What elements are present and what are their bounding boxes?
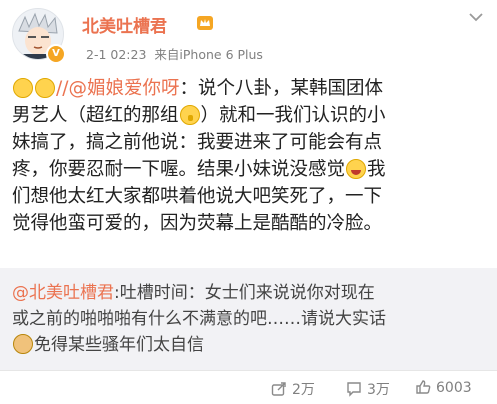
post-body: //@媚娘爱你呀：说个八卦，某韩国团体 男艺人（超红的那组 ）就和一我们认识的小 … — [12, 75, 486, 237]
repost-body: @北美吐槽君:吐槽时间：女士们来说说你对现在 或之前的啪啪啪有什么不满意的吧……… — [12, 283, 386, 355]
emoji-pray-icon — [13, 78, 33, 98]
like-button[interactable]: 6003 — [415, 379, 472, 396]
like-icon — [416, 380, 431, 394]
post-timestamp: 2-1 02:23 — [86, 47, 147, 62]
emoji-pray-icon — [35, 78, 55, 98]
post-line-1: //@媚娘爱你呀：说个八卦，某韩国团体 — [12, 75, 486, 102]
post-line-3: 妹搞了，搞之前他说：我要进来了可能会有点 — [12, 132, 383, 153]
post-line-5: 们想他太红大家都哄着他说大吧笑死了，一下 — [12, 186, 383, 207]
repost-author-link[interactable]: @北美吐槽君 — [12, 283, 114, 303]
verified-badge-icon: V — [46, 44, 66, 64]
emoji-shush-icon — [179, 105, 200, 125]
dropdown-chevron-icon[interactable] — [469, 12, 483, 22]
like-count: 6003 — [436, 380, 472, 396]
post-line-2: 男艺人（超红的那组 ）就和一我们认识的小 — [12, 105, 386, 126]
post-line-4: 疼，你要忍耐一下喔。结果小妹说没感觉我 — [12, 159, 386, 180]
post-meta: 2-1 02:23 来自iPhone 6 Plus — [86, 44, 263, 63]
post-action-bar: 2万 3万 6003 — [0, 370, 497, 404]
share-icon — [271, 382, 286, 396]
post-author-name[interactable]: 北美吐槽君 — [82, 12, 167, 37]
share-button[interactable]: 2万 — [271, 379, 315, 399]
emoji-dog-icon — [13, 334, 33, 354]
comment-button[interactable]: 3万 — [346, 379, 390, 399]
emoji-laugh-icon — [346, 159, 367, 179]
comment-icon — [347, 382, 361, 397]
vip-crown-icon — [197, 16, 213, 30]
share-count: 2万 — [292, 382, 315, 398]
post-line-6: 觉得他蛮可爱的，因为荧幕上是酷酷的冷脸。 — [12, 213, 383, 234]
post-source: 来自iPhone 6 Plus — [154, 47, 263, 62]
post-header: V 北美吐槽君 2-1 02:23 来自iPhone 6 Plus — [0, 0, 497, 70]
comment-count: 3万 — [367, 382, 390, 398]
reposted-post[interactable]: @北美吐槽君:吐槽时间：女士们来说说你对现在 或之前的啪啪啪有什么不满意的吧……… — [0, 268, 497, 370]
repost-mention-link[interactable]: //@媚娘爱你呀 — [56, 78, 179, 99]
